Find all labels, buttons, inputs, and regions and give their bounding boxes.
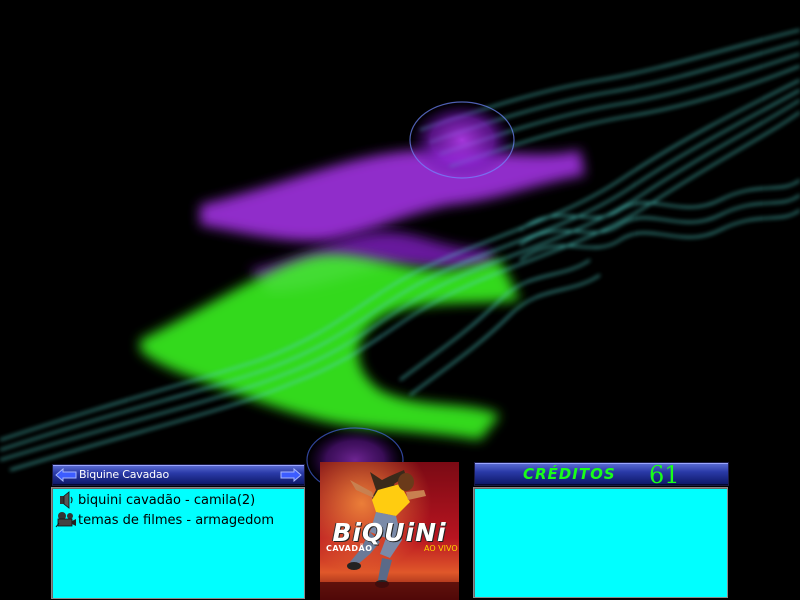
album-artist-subtitle: CAVADÃO bbox=[326, 544, 373, 553]
playlist-title: Biquine Cavadao bbox=[79, 468, 169, 481]
track-name: temas de filmes - armagedom bbox=[78, 512, 275, 528]
arrow-right-icon[interactable] bbox=[280, 468, 302, 482]
album-cover: BiQUiNi CAVADÃO AO VIVO bbox=[320, 462, 459, 600]
credits-label: CRÉDITOS bbox=[523, 465, 616, 483]
playlist-list[interactable]: biquini cavadão - camila(2) temas de fil… bbox=[51, 487, 305, 599]
playlist-header: Biquine Cavadao bbox=[52, 464, 305, 486]
album-tagline: AO VIVO bbox=[424, 544, 458, 553]
credits-panel bbox=[473, 487, 728, 598]
track-name: biquini cavadão - camila(2) bbox=[78, 492, 256, 508]
speaker-icon bbox=[54, 490, 78, 510]
credits-header: CRÉDITOS 61 bbox=[474, 461, 729, 489]
jukebox-screen: Biquine Cavadao biquini cavadão - camila… bbox=[0, 0, 800, 600]
arrow-left-icon[interactable] bbox=[55, 468, 77, 482]
credits-value: 61 bbox=[649, 461, 680, 489]
playlist-item[interactable]: biquini cavadão - camila(2) bbox=[54, 490, 255, 510]
playlist-item[interactable]: temas de filmes - armagedom bbox=[54, 510, 274, 530]
album-artist-logo: BiQUiNi bbox=[332, 518, 447, 547]
film-camera-icon bbox=[54, 510, 78, 530]
